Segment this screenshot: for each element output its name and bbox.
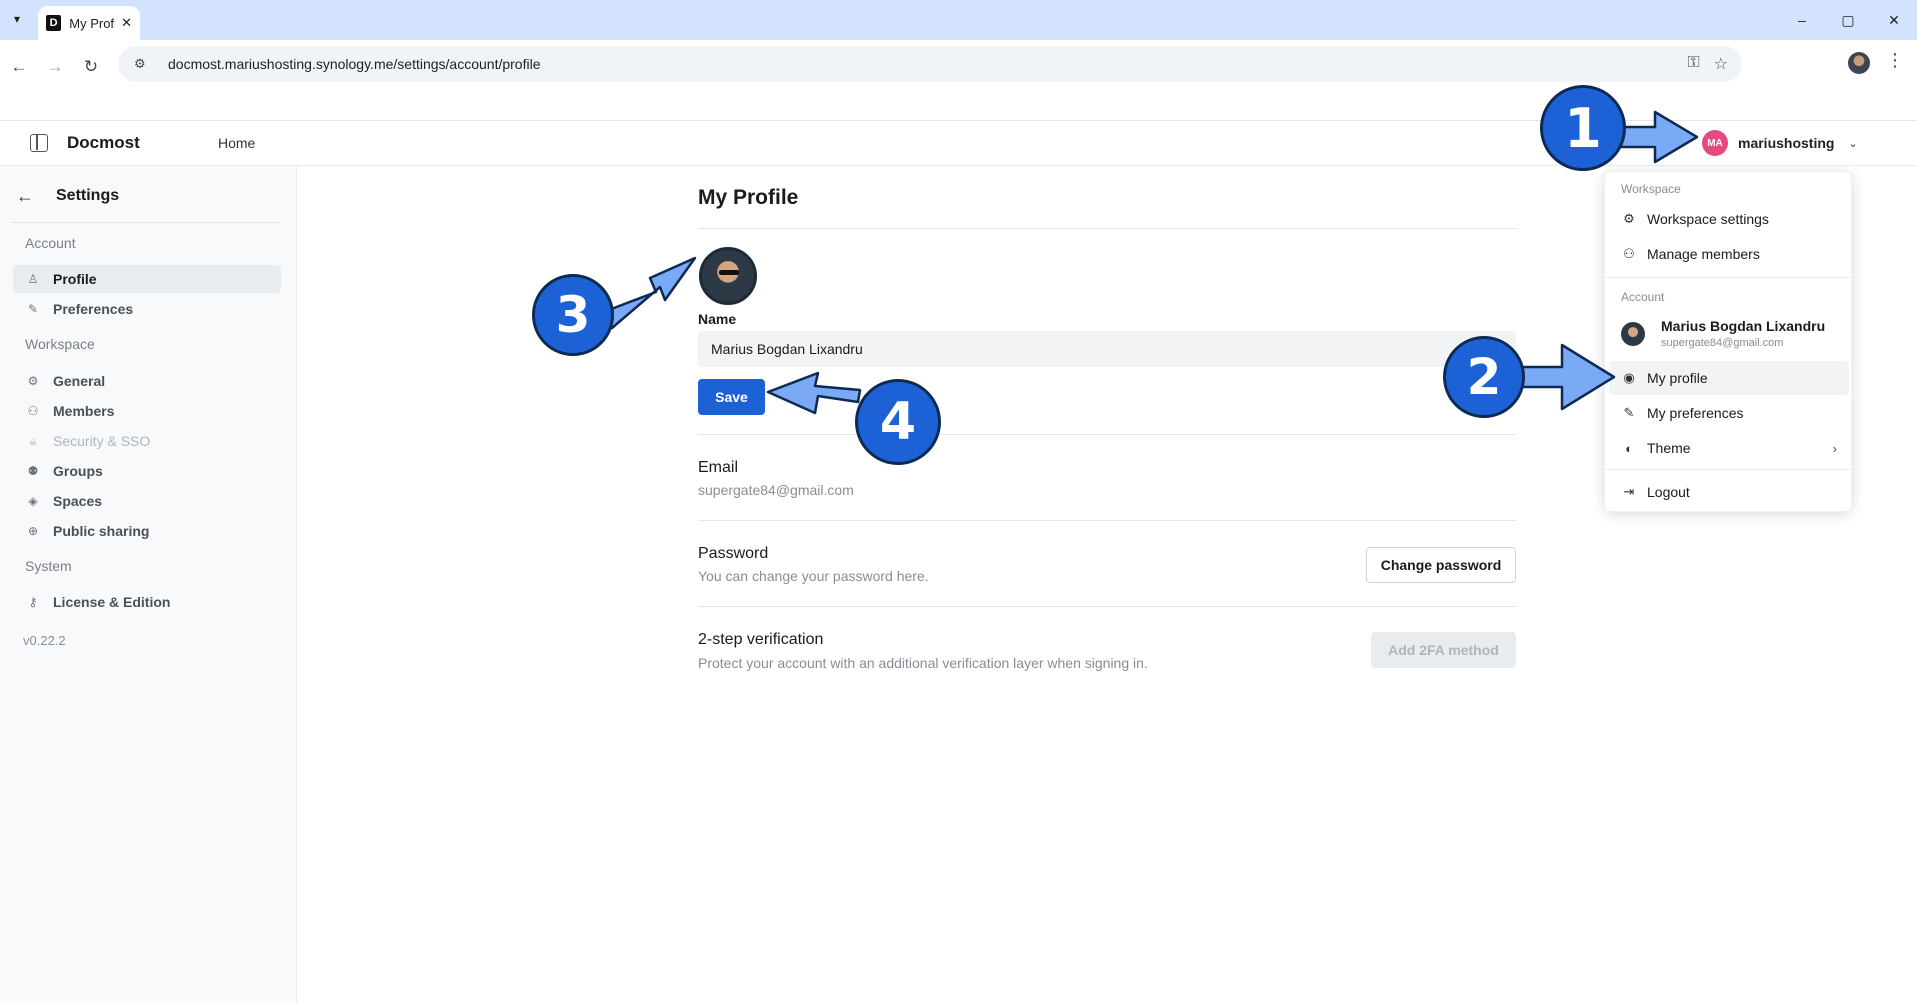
callout-badge-1: 1	[1540, 85, 1626, 171]
callout-badge-4: 4	[855, 379, 941, 465]
annotation-arrows	[604, 110, 1699, 415]
annotation-arrow-1	[1618, 110, 1699, 164]
callout-badge-2: 2	[1443, 336, 1525, 418]
annotation-arrow-3	[604, 256, 697, 330]
callout-badge-3: 3	[532, 274, 614, 356]
annotation-arrow-4	[766, 371, 862, 415]
annotation-arrow-2	[1520, 343, 1616, 411]
